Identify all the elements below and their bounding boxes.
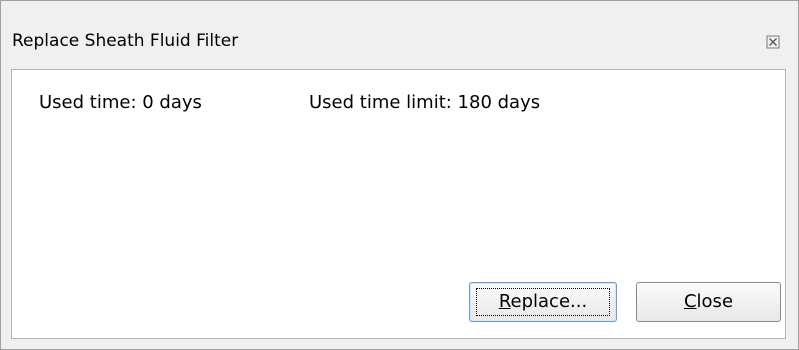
close-button[interactable]: Close xyxy=(636,282,781,322)
used-time-label: Used time: 0 days xyxy=(39,92,202,113)
content-panel: Used time: 0 days Used time limit: 180 d… xyxy=(11,69,786,339)
used-time-limit-label: Used time limit: 180 days xyxy=(309,92,541,113)
close-icon[interactable] xyxy=(766,34,780,49)
dialog-title: Replace Sheath Fluid Filter xyxy=(12,31,239,51)
close-button-label: Close xyxy=(683,291,734,312)
replace-filter-dialog: Replace Sheath Fluid Filter Used time: 0… xyxy=(0,0,799,350)
title-bar: Replace Sheath Fluid Filter xyxy=(1,1,798,65)
replace-button-label: Replace... xyxy=(498,291,588,312)
replace-button[interactable]: Replace... xyxy=(469,282,617,322)
